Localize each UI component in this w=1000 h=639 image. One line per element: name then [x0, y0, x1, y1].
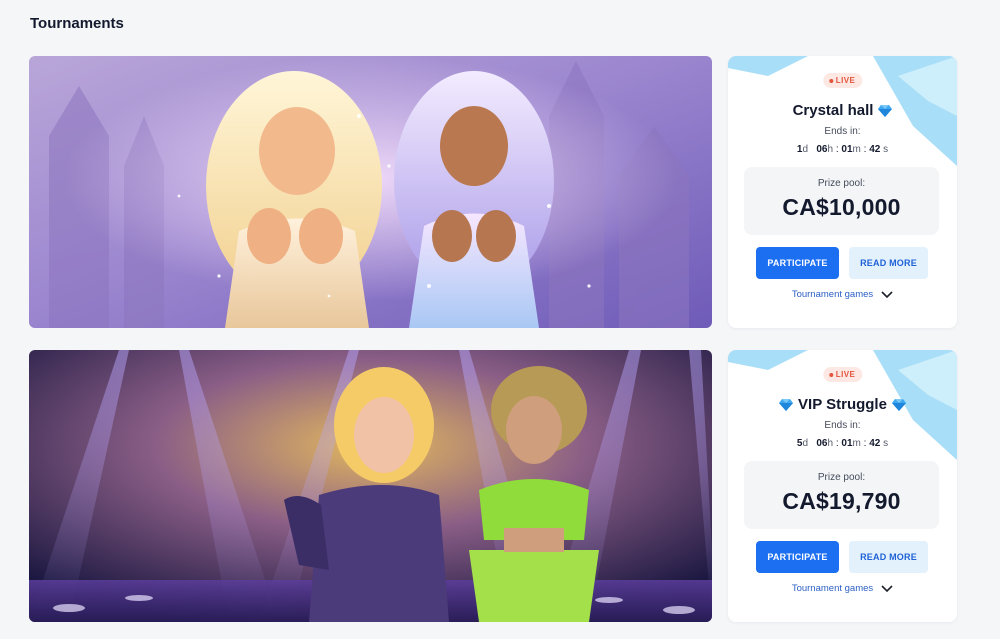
read-more-button[interactable]: READ MORE: [849, 541, 928, 573]
prize-pool-amount: CA$19,790: [782, 488, 901, 514]
tournament-games-toggle[interactable]: Tournament games: [728, 289, 957, 300]
timer-hours: 06: [816, 438, 828, 449]
prize-pool-label: Prize pool:: [817, 472, 866, 483]
tournament-name: Crystal hall: [728, 102, 957, 119]
live-badge: LIVE: [822, 73, 863, 88]
timer-minutes: 01: [841, 438, 853, 449]
live-badge: LIVE: [822, 367, 863, 382]
tournament-card: LIVE VIP Struggle Ends in: 5d 06h : 01m …: [728, 350, 957, 622]
page-title: Tournaments: [30, 15, 124, 32]
diamond-icon: [878, 104, 893, 117]
diamond-icon: [891, 398, 906, 411]
tournament-name: VIP Struggle: [728, 396, 957, 413]
timer-seconds: 42: [869, 144, 881, 155]
prize-pool-label: Prize pool:: [817, 178, 866, 189]
timer-days-unit: d: [802, 144, 809, 155]
tournament-games-label: Tournament games: [791, 583, 874, 594]
tournament-banner-image[interactable]: [29, 350, 712, 622]
tournament-row-vip-struggle: LIVE VIP Struggle Ends in: 5d 06h : 01m …: [29, 350, 957, 622]
timer-hours: 06: [816, 144, 828, 155]
prize-pool-box: Prize pool: CA$19,790: [744, 461, 939, 529]
chevron-down-icon: [881, 584, 893, 592]
live-dot-icon: [828, 78, 833, 83]
live-badge-label: LIVE: [835, 370, 856, 379]
prize-pool-box: Prize pool: CA$10,000: [744, 167, 939, 235]
timer-hours-unit: h: [827, 438, 834, 449]
ends-in-label: Ends in:: [824, 420, 861, 431]
countdown-timer: 1d 06h : 01m : 42 s: [796, 144, 889, 155]
tournament-name-label: VIP Struggle: [798, 396, 887, 413]
timer-seconds-unit: s: [883, 144, 889, 155]
diamond-icon: [779, 398, 794, 411]
timer-seconds: 42: [869, 438, 881, 449]
timer-minutes-unit: m: [852, 438, 861, 449]
participate-button[interactable]: PARTICIPATE: [756, 247, 839, 279]
timer-days-unit: d: [802, 438, 809, 449]
tournament-banner-image[interactable]: [29, 56, 712, 328]
crystal-hall-illustration: [29, 56, 712, 328]
tournament-name-label: Crystal hall: [792, 102, 874, 119]
read-more-button[interactable]: READ MORE: [849, 247, 928, 279]
participate-button[interactable]: PARTICIPATE: [756, 541, 839, 573]
tournament-games-toggle[interactable]: Tournament games: [728, 583, 957, 594]
vip-struggle-illustration: [29, 350, 712, 622]
live-badge-label: LIVE: [835, 76, 856, 85]
tournament-row-crystal-hall: LIVE Crystal hall Ends in: 1d 06h : 01m …: [29, 56, 957, 328]
timer-minutes-unit: m: [852, 144, 861, 155]
timer-hours-unit: h: [827, 144, 834, 155]
timer-seconds-unit: s: [883, 438, 889, 449]
countdown-timer: 5d 06h : 01m : 42 s: [796, 438, 889, 449]
tournament-card: LIVE Crystal hall Ends in: 1d 06h : 01m …: [728, 56, 957, 328]
timer-minutes: 01: [841, 144, 853, 155]
prize-pool-amount: CA$10,000: [782, 194, 901, 220]
live-dot-icon: [828, 372, 833, 377]
tournament-games-label: Tournament games: [791, 289, 874, 300]
chevron-down-icon: [881, 290, 893, 298]
ends-in-label: Ends in:: [824, 126, 861, 137]
